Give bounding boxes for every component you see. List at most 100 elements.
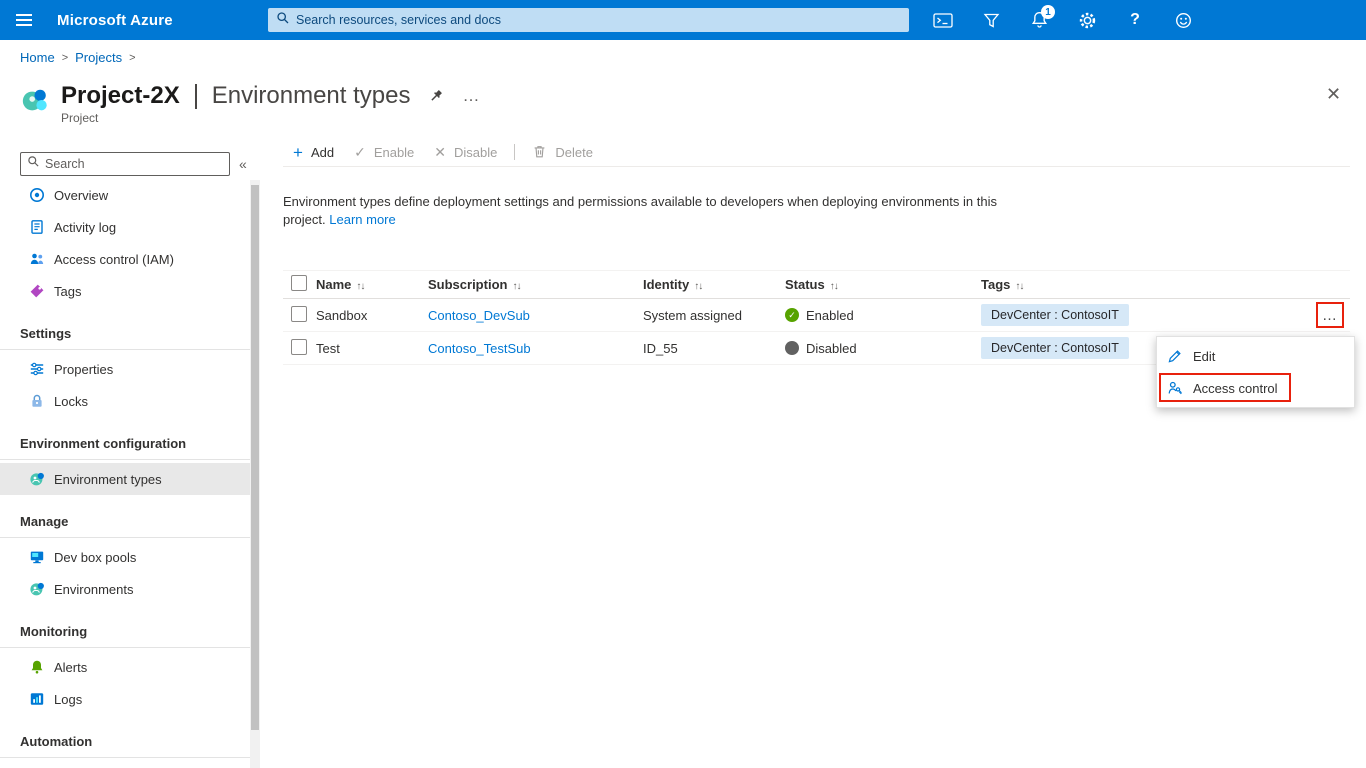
global-search-input[interactable] <box>296 13 901 27</box>
enable-button[interactable]: ✓ Enable <box>344 138 424 166</box>
disable-button[interactable]: ✕ Disable <box>424 138 507 166</box>
help-button[interactable]: ? <box>1111 0 1159 40</box>
global-search <box>268 8 909 32</box>
pin-button[interactable] <box>428 88 444 104</box>
sidebar-item-label: Activity log <box>54 219 117 235</box>
sidebar-item-label: Locks <box>54 393 88 409</box>
column-header-status[interactable]: Status ↑↓ <box>785 277 981 292</box>
divider <box>0 537 252 538</box>
cloud-shell-icon <box>933 12 953 28</box>
menu-items: Overview Activity log Access control (IA… <box>0 179 252 761</box>
column-header-subscription[interactable]: Subscription ↑↓ <box>428 277 643 292</box>
close-blade-button[interactable]: ✕ <box>1326 84 1341 105</box>
column-header-identity[interactable]: Identity ↑↓ <box>643 277 785 292</box>
column-header-name[interactable]: Name ↑↓ <box>316 277 428 292</box>
cell-name: Test <box>316 340 340 356</box>
status-label: Enabled <box>806 307 854 323</box>
search-icon <box>27 155 40 173</box>
sidebar-item-alerts[interactable]: Alerts <box>0 651 252 683</box>
sidebar-item-label: Logs <box>54 691 83 707</box>
sidebar-item-overview[interactable]: Overview <box>0 179 252 211</box>
delete-button[interactable]: Delete <box>522 138 603 166</box>
enable-label: Enable <box>373 144 415 160</box>
sidebar-item-access-control-iam[interactable]: Access control (IAM) <box>0 243 252 275</box>
gear-icon <box>1079 12 1095 28</box>
sidebar-item-activity-log[interactable]: Activity log <box>0 211 252 243</box>
sort-icon: ↑↓ <box>356 281 365 292</box>
cell-status: ✓ Enabled <box>785 308 981 323</box>
row-context-menu: Edit Access control <box>1156 336 1355 408</box>
row-checkbox[interactable] <box>291 338 307 355</box>
environment-types-icon <box>28 471 45 488</box>
sidebar-item-label: Environment types <box>54 471 162 487</box>
menu-item-edit[interactable]: Edit <box>1157 340 1354 372</box>
divider <box>0 459 252 460</box>
breadcrumb-home[interactable]: Home <box>20 50 55 65</box>
edit-icon <box>1167 348 1183 364</box>
enable-icon: ✓ <box>354 144 366 160</box>
sidebar-item-label: Tags <box>54 283 82 299</box>
status-label: Disabled <box>806 340 857 356</box>
add-button[interactable]: + Add <box>283 138 344 166</box>
lock-icon <box>28 393 45 410</box>
scrollbar-thumb[interactable] <box>251 185 259 730</box>
page-more-actions-button[interactable]: … <box>462 86 480 106</box>
collapse-menu-button[interactable]: « <box>239 156 247 172</box>
sidebar-scrollbar[interactable] <box>250 180 260 768</box>
settings-button[interactable] <box>1063 0 1111 40</box>
sidebar-item-tags[interactable]: Tags <box>0 275 252 307</box>
menu-item-access-control[interactable]: Access control <box>1157 372 1354 404</box>
sidebar-item-label: Alerts <box>54 659 88 675</box>
breadcrumb-separator: > <box>129 51 136 64</box>
menu-search <box>20 152 230 176</box>
breadcrumb-separator: > <box>61 51 69 64</box>
dev-box-pools-icon <box>28 549 45 566</box>
access-control-icon <box>1167 380 1183 396</box>
cell-identity: ID_55 <box>643 340 678 356</box>
notifications-button[interactable]: 1 <box>1015 0 1063 40</box>
notification-badge: 1 <box>1041 5 1055 19</box>
sort-icon: ↑↓ <box>694 281 703 292</box>
topbar: Microsoft Azure 1 ? <box>0 0 1366 40</box>
breadcrumb-projects[interactable]: Projects <box>75 50 122 65</box>
cell-status: Disabled <box>785 341 981 356</box>
azure-portal-window: Microsoft Azure 1 ? <box>0 0 1366 768</box>
row-more-actions-button[interactable]: … <box>1322 307 1338 324</box>
table-row: Sandbox Contoso_DevSub System assigned ✓… <box>283 299 1350 332</box>
tags-icon <box>28 283 45 300</box>
sidebar-item-environment-types[interactable]: Environment types <box>0 463 252 495</box>
portal-menu-button[interactable] <box>0 0 48 40</box>
sidebar-item-environments[interactable]: Environments <box>0 573 252 605</box>
environment-types-blade: + Add ✓ Enable ✕ Disable Delete Environm… <box>283 138 1350 768</box>
subscription-link[interactable]: Contoso_TestSub <box>428 341 531 356</box>
divider <box>0 647 252 648</box>
sidebar-item-label: Dev box pools <box>54 549 137 565</box>
properties-icon <box>28 361 45 378</box>
delete-trash-icon <box>532 144 547 161</box>
row-checkbox[interactable] <box>291 305 307 322</box>
divider <box>0 349 252 350</box>
directory-filter-button[interactable] <box>967 0 1015 40</box>
overview-icon <box>28 187 45 204</box>
disable-label: Disable <box>454 144 498 160</box>
sidebar-item-dev-box-pools[interactable]: Dev box pools <box>0 541 252 573</box>
app-title[interactable]: Microsoft Azure <box>57 0 173 40</box>
sidebar-item-label: Properties <box>54 361 114 377</box>
subscription-link[interactable]: Contoso_DevSub <box>428 308 530 323</box>
sidebar-item-logs[interactable]: Logs <box>0 683 252 715</box>
feedback-button[interactable] <box>1159 0 1207 40</box>
cloud-shell-button[interactable] <box>919 0 967 40</box>
select-all-checkbox[interactable] <box>291 275 307 291</box>
sidebar-item-properties[interactable]: Properties <box>0 353 252 385</box>
sidebar-group-manage: Manage <box>20 513 69 529</box>
sidebar-group-automation: Automation <box>20 733 93 749</box>
menu-search-input[interactable] <box>45 157 223 171</box>
search-icon <box>276 11 290 30</box>
status-enabled-icon: ✓ <box>785 308 799 322</box>
table-header: Name ↑↓ Subscription ↑↓ Identity ↑↓ Status ↑… <box>283 270 1350 299</box>
add-icon: + <box>293 142 303 162</box>
learn-more-link[interactable]: Learn more <box>329 212 395 227</box>
sidebar-item-locks[interactable]: Locks <box>0 385 252 417</box>
tag-chip: DevCenter : ContosoIT <box>981 304 1129 326</box>
column-header-tags[interactable]: Tags ↑↓ <box>981 277 1310 292</box>
